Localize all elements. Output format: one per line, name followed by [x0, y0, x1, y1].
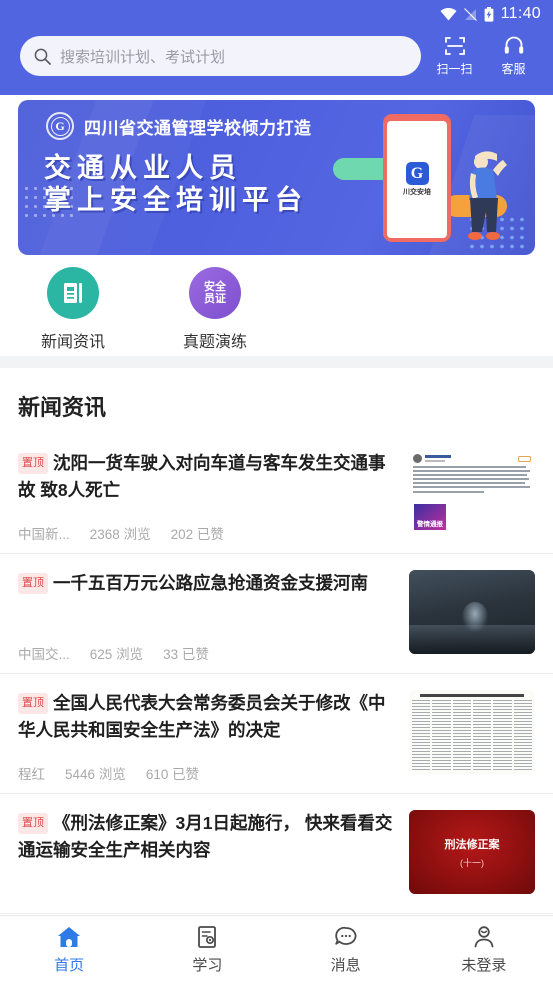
headset-icon: [504, 36, 523, 54]
tab-study[interactable]: 学习: [138, 916, 276, 983]
thumbnail-caption-card: 警情通报: [414, 504, 446, 530]
search-icon: [34, 48, 51, 65]
tab-user-label: 未登录: [461, 956, 507, 974]
news-list-item[interactable]: 置顶 全国人民代表大会常务委员会关于修改《中华人民共和国安全生产法》的决定 程红 …: [0, 674, 553, 794]
news-item-thumbnail: [409, 690, 535, 774]
news-item-content: 置顶 《刑法修正案》3月1日起施行， 快来看看交通运输安全生产相关内容: [18, 810, 397, 903]
news-item-headline-wrap: 置顶 一千五百万元公路应急抢通资金支援河南: [18, 570, 397, 597]
news-item-headline: 《刑法修正案》3月1日起施行， 快来看看交通运输安全生产相关内容: [18, 813, 393, 861]
news-item-headline-wrap: 置顶 全国人民代表大会常务委员会关于修改《中华人民共和国安全生产法》的决定: [18, 690, 397, 744]
news-item-meta: 中国新... 2368 浏览 202 已赞: [18, 523, 397, 543]
thumbnail-caption-secondary: (十一): [460, 857, 484, 868]
shortcut-news[interactable]: 新闻资讯: [18, 262, 128, 354]
wifi-icon: [440, 7, 457, 20]
customer-service-label: 客服: [501, 62, 526, 76]
news-item-views: 625 浏览: [89, 647, 144, 662]
news-item-meta: 程红 5446 浏览 610 已赞: [18, 763, 397, 783]
news-section-title: 新闻资讯: [18, 395, 107, 420]
school-logo-icon: G: [46, 112, 74, 140]
thumbnail-caption: 刑法修正案: [444, 838, 500, 851]
search-input[interactable]: 搜索培训计划、考试计划: [20, 36, 421, 76]
news-item-meta: 中国交... 625 浏览 33 已赞: [18, 643, 397, 663]
promo-banner[interactable]: G 四川省交通管理学校倾力打造 交通从业人员 掌上安全培训平台 G 川交安培: [18, 100, 535, 255]
news-item-likes: 202 已赞: [170, 527, 224, 542]
pinned-badge: 置顶: [18, 453, 48, 475]
shortcut-practice-badge-bottom: 员证: [204, 292, 226, 305]
header-search-row: 搜索培训计划、考试计划 扫一扫 客服: [0, 28, 553, 84]
header-actions: 扫一扫 客服: [427, 35, 541, 77]
app-logo-icon: G: [405, 162, 429, 185]
shortcut-practice-badge-top: 安全: [204, 280, 226, 293]
banner-phone-screen: G 川交安培: [387, 121, 447, 238]
banner-title-line2: 掌上安全培训平台: [44, 185, 308, 215]
pinned-badge: 置顶: [18, 693, 48, 715]
news-item-headline-wrap: 置顶 《刑法修正案》3月1日起施行， 快来看看交通运输安全生产相关内容: [18, 810, 397, 864]
news-item-views: 2368 浏览: [89, 527, 151, 542]
news-item-source: 中国交...: [18, 647, 70, 662]
news-item-content: 置顶 全国人民代表大会常务委员会关于修改《中华人民共和国安全生产法》的决定 程红 …: [18, 690, 397, 783]
pinned-badge: 置顶: [18, 573, 48, 595]
news-item-source: 中国新...: [18, 527, 70, 542]
thumbnail-caption: 警情通报: [417, 521, 443, 528]
study-icon: [198, 925, 217, 948]
news-list: 置顶 沈阳一货车驶入对向车道与客车发生交通事故 致8人死亡 中国新... 2368…: [0, 434, 553, 914]
news-item-likes: 33 已赞: [163, 647, 209, 662]
news-item-source: 程红: [18, 767, 45, 782]
news-list-item[interactable]: 置顶 《刑法修正案》3月1日起施行， 快来看看交通运输安全生产相关内容 刑法修正案…: [0, 794, 553, 914]
news-item-headline-wrap: 置顶 沈阳一货车驶入对向车道与客车发生交通事故 致8人死亡: [18, 450, 397, 504]
scan-button-label: 扫一扫: [436, 62, 473, 76]
news-item-content: 置顶 一千五百万元公路应急抢通资金支援河南 中国交... 625 浏览 33 已赞: [18, 570, 397, 663]
pinned-badge: 置顶: [18, 813, 48, 835]
shortcut-practice-label: 真题演练: [182, 334, 247, 351]
status-bar: 11:40: [0, 0, 553, 28]
scan-button[interactable]: 扫一扫: [427, 35, 482, 77]
home-icon: [58, 926, 81, 947]
news-item-headline: 一千五百万元公路应急抢通资金支援河南: [53, 573, 368, 593]
bottom-tab-bar: 首页 学习 消息 未登录: [0, 915, 553, 983]
status-bar-time: 11:40: [500, 5, 541, 22]
shortcut-grid: 新闻资讯 安全 员证 真题演练: [0, 262, 553, 354]
tab-user[interactable]: 未登录: [415, 916, 553, 983]
news-item-content: 置顶 沈阳一货车驶入对向车道与客车发生交通事故 致8人死亡 中国新... 2368…: [18, 450, 397, 543]
section-divider: [0, 356, 553, 368]
no-signal-icon: [463, 7, 477, 21]
tab-study-label: 学习: [192, 956, 223, 974]
news-item-views: 5446 浏览: [65, 767, 126, 782]
shortcut-practice[interactable]: 安全 员证 真题演练: [160, 262, 270, 354]
news-item-thumbnail: [409, 570, 535, 654]
tab-home[interactable]: 首页: [0, 916, 138, 983]
banner-subtitle: 四川省交通管理学校倾力打造: [84, 119, 312, 138]
message-icon: [334, 926, 357, 945]
scan-icon: [444, 37, 465, 55]
news-item-thumbnail: 刑法修正案 (十一): [409, 810, 535, 894]
user-icon: [474, 925, 494, 947]
news-document-icon: [47, 267, 99, 319]
tab-message[interactable]: 消息: [277, 916, 415, 983]
search-placeholder: 搜索培训计划、考试计划: [60, 48, 226, 66]
app-header: 11:40 搜索培训计划、考试计划 扫一扫 客服: [0, 0, 553, 95]
safety-certificate-icon: 安全 员证: [189, 267, 241, 319]
shortcut-news-label: 新闻资讯: [40, 334, 105, 351]
tab-home-label: 首页: [54, 956, 85, 974]
battery-charging-icon: [484, 6, 494, 22]
app-logo-name: 川交安培: [403, 189, 431, 196]
banner-phone-illustration: G 川交安培: [383, 114, 451, 242]
tab-message-label: 消息: [330, 956, 361, 974]
news-list-item[interactable]: 置顶 沈阳一货车驶入对向车道与客车发生交通事故 致8人死亡 中国新... 2368…: [0, 434, 553, 554]
customer-service-button[interactable]: 客服: [486, 35, 541, 77]
school-logo-letter: G: [50, 116, 70, 136]
news-item-headline: 沈阳一货车驶入对向车道与客车发生交通事故 致8人死亡: [18, 453, 386, 501]
news-list-item[interactable]: 置顶 一千五百万元公路应急抢通资金支援河南 中国交... 625 浏览 33 已赞: [0, 554, 553, 674]
news-item-likes: 610 已赞: [145, 767, 200, 782]
banner-person-illustration: [468, 151, 507, 240]
news-item-headline: 全国人民代表大会常务委员会关于修改《中华人民共和国安全生产法》的决定: [18, 693, 386, 741]
news-item-thumbnail: 警情通报: [409, 450, 535, 534]
